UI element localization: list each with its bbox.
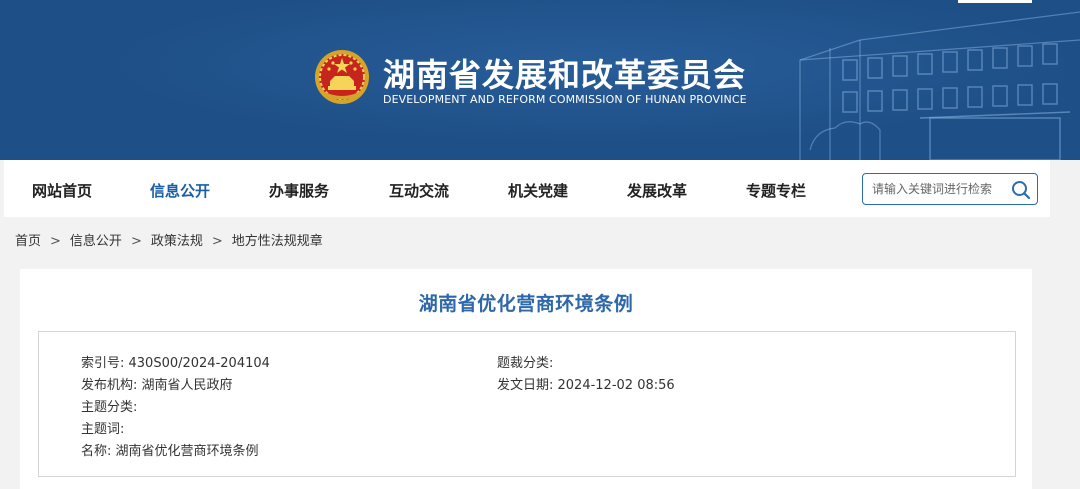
breadcrumb-local-regulations[interactable]: 地方性法规规章 [232, 234, 323, 249]
meta-name: 名称: 湖南省优化营商环境条例 [81, 444, 259, 459]
breadcrumb-separator: > [211, 234, 223, 249]
top-tab-indicator [958, 0, 1032, 3]
breadcrumb-info-disclosure[interactable]: 信息公开 [70, 234, 122, 249]
breadcrumb-policies[interactable]: 政策法规 [151, 234, 203, 249]
nav-item-home[interactable]: 网站首页 [32, 180, 92, 201]
breadcrumb: 首页 > 信息公开 > 政策法规 > 地方性法规规章 [15, 230, 323, 249]
document-title: 湖南省优化营商环境条例 [418, 293, 634, 315]
breadcrumb-home[interactable]: 首页 [15, 234, 41, 249]
search-input[interactable] [872, 180, 1002, 198]
document-panel: 湖南省优化营商环境条例 索引号: 430S00/2024-204104 发布机构… [20, 269, 1032, 489]
building-illustration [799, 11, 1080, 160]
breadcrumb-separator: > [50, 234, 61, 249]
site-title: 湖南省发展和改革委员会 [383, 56, 747, 94]
meta-issue-date: 发文日期: 2024-12-02 08:56 [497, 378, 675, 393]
nav-item-reform[interactable]: 发展改革 [627, 180, 687, 201]
meta-topic-category: 主题分类: [81, 400, 138, 415]
nav-item-info-disclosure[interactable]: 信息公开 [150, 180, 210, 201]
document-meta-box: 索引号: 430S00/2024-204104 发布机构: 湖南省人民政府 主题… [38, 331, 1016, 477]
national-emblem-icon [315, 50, 369, 104]
site-subtitle: DEVELOPMENT AND REFORM COMMISSION OF HUN… [383, 93, 747, 106]
search-box [862, 173, 1038, 205]
nav-item-interaction[interactable]: 互动交流 [389, 180, 449, 201]
breadcrumb-separator: > [130, 234, 142, 249]
main-nav: 网站首页 信息公开 办事服务 互动交流 机关党建 发展改革 专题专栏 [4, 160, 1050, 217]
meta-genre-category: 题裁分类: [497, 356, 554, 371]
meta-index-no: 索引号: 430S00/2024-204104 [81, 356, 270, 371]
nav-item-special[interactable]: 专题专栏 [746, 180, 806, 201]
nav-item-party[interactable]: 机关党建 [508, 180, 568, 201]
header-banner: 湖南省发展和改革委员会 DEVELOPMENT AND REFORM COMMI… [0, 0, 1080, 160]
meta-publisher: 发布机构: 湖南省人民政府 [81, 378, 233, 393]
nav-item-services[interactable]: 办事服务 [269, 180, 329, 201]
search-icon[interactable] [1011, 180, 1031, 200]
meta-keywords: 主题词: [81, 422, 125, 437]
